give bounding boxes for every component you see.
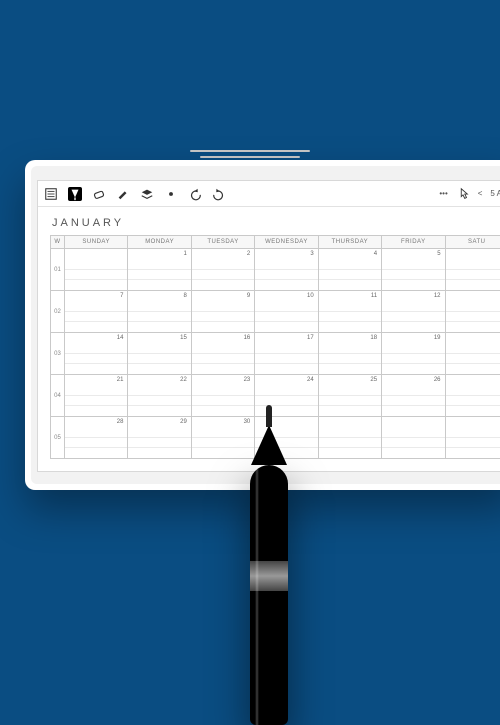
- eraser-icon[interactable]: [92, 187, 106, 201]
- redo-icon[interactable]: [212, 187, 226, 201]
- day-cell[interactable]: 19: [382, 333, 445, 374]
- day-number: 26: [434, 377, 441, 383]
- calendar-row: 04 21 22 23 24 25 26: [51, 374, 500, 416]
- week-header: W: [51, 236, 65, 248]
- day-number: 16: [244, 335, 251, 341]
- day-number: 17: [307, 335, 314, 341]
- day-number: 9: [247, 293, 250, 299]
- day-number: 1: [184, 251, 187, 257]
- day-cell[interactable]: 9: [192, 291, 255, 332]
- stylus-pen: [250, 465, 288, 725]
- menu-icon[interactable]: [44, 187, 58, 201]
- day-cell[interactable]: 17: [255, 333, 318, 374]
- day-header: THURSDAY: [319, 236, 382, 248]
- day-number: 12: [434, 293, 441, 299]
- day-cell[interactable]: [65, 249, 128, 290]
- day-cell[interactable]: 24: [255, 375, 318, 416]
- day-cell[interactable]: [446, 249, 500, 290]
- dot-icon[interactable]: [164, 187, 178, 201]
- day-cell[interactable]: 11: [319, 291, 382, 332]
- day-header: FRIDAY: [382, 236, 445, 248]
- page-indicator: 5 A: [490, 189, 500, 198]
- day-cell[interactable]: 4: [319, 249, 382, 290]
- day-cell[interactable]: 1: [128, 249, 191, 290]
- day-cell[interactable]: 23: [192, 375, 255, 416]
- calendar-header: W SUNDAY MONDAY TUESDAY WEDNESDAY THURSD…: [51, 236, 500, 248]
- day-cell[interactable]: 25: [319, 375, 382, 416]
- day-number: 15: [180, 335, 187, 341]
- day-cell[interactable]: 21: [65, 375, 128, 416]
- day-number: 7: [120, 293, 123, 299]
- day-number: 25: [370, 377, 377, 383]
- day-cell[interactable]: [446, 375, 500, 416]
- day-number: 18: [370, 335, 377, 341]
- day-cell[interactable]: 16: [192, 333, 255, 374]
- undo-icon[interactable]: [188, 187, 202, 201]
- day-cell[interactable]: 18: [319, 333, 382, 374]
- day-number: 24: [307, 377, 314, 383]
- day-cell[interactable]: [382, 417, 445, 458]
- day-cell[interactable]: 7: [65, 291, 128, 332]
- toolbar: ••• < 5 A: [38, 181, 500, 207]
- pointer-icon[interactable]: [456, 187, 470, 201]
- day-cell[interactable]: 15: [128, 333, 191, 374]
- nav-prev-icon[interactable]: <: [478, 189, 483, 198]
- day-number: 8: [184, 293, 187, 299]
- day-number: 3: [310, 251, 313, 257]
- day-number: 19: [434, 335, 441, 341]
- calendar-row: 02 7 8 9 10 11 12: [51, 290, 500, 332]
- week-number: 04: [51, 375, 65, 416]
- day-cell[interactable]: 10: [255, 291, 318, 332]
- day-cell[interactable]: 28: [65, 417, 128, 458]
- day-number: 28: [117, 419, 124, 425]
- day-cell[interactable]: 5: [382, 249, 445, 290]
- day-number: 5: [437, 251, 440, 257]
- calendar-row: 01 1 2 3 4 5: [51, 248, 500, 290]
- day-cell[interactable]: 3: [255, 249, 318, 290]
- day-cell[interactable]: [446, 333, 500, 374]
- day-cell[interactable]: 30: [192, 417, 255, 458]
- week-number: 01: [51, 249, 65, 290]
- day-cell[interactable]: 12: [382, 291, 445, 332]
- day-header: TUESDAY: [192, 236, 255, 248]
- day-number: 2: [247, 251, 250, 257]
- day-cell[interactable]: 14: [65, 333, 128, 374]
- day-cell[interactable]: 29: [128, 417, 191, 458]
- day-number: 30: [244, 419, 251, 425]
- day-header: SUNDAY: [65, 236, 128, 248]
- month-title: JANUARY: [38, 207, 500, 235]
- highlighter-icon[interactable]: [116, 187, 130, 201]
- day-number: 14: [117, 335, 124, 341]
- day-number: 10: [307, 293, 314, 299]
- day-cell[interactable]: 8: [128, 291, 191, 332]
- day-number: 22: [180, 377, 187, 383]
- layers-icon[interactable]: [140, 187, 154, 201]
- day-number: 4: [374, 251, 377, 257]
- day-cell[interactable]: [319, 417, 382, 458]
- day-number: 29: [180, 419, 187, 425]
- day-header: WEDNESDAY: [255, 236, 318, 248]
- more-icon[interactable]: •••: [439, 189, 447, 198]
- day-number: 21: [117, 377, 124, 383]
- day-number: 11: [371, 293, 377, 299]
- week-number: 02: [51, 291, 65, 332]
- day-cell[interactable]: [446, 291, 500, 332]
- day-cell[interactable]: 26: [382, 375, 445, 416]
- day-header: SATU: [446, 236, 500, 248]
- week-number: 05: [51, 417, 65, 458]
- calendar-row: 03 14 15 16 17 18 19: [51, 332, 500, 374]
- tablet-speaker-slots: [190, 150, 310, 158]
- day-cell[interactable]: 2: [192, 249, 255, 290]
- week-number: 03: [51, 333, 65, 374]
- day-cell[interactable]: [446, 417, 500, 458]
- day-number: 23: [244, 377, 251, 383]
- day-header: MONDAY: [128, 236, 191, 248]
- pen-tool-icon[interactable]: [68, 187, 82, 201]
- day-cell[interactable]: 22: [128, 375, 191, 416]
